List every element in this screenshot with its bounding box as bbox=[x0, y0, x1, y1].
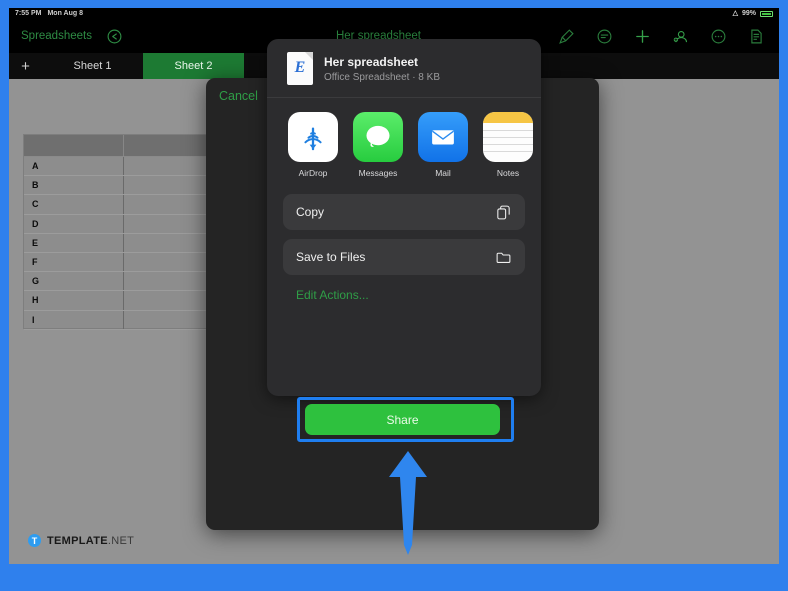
notes-icon-line bbox=[483, 151, 533, 152]
wifi-icon: △ bbox=[732, 10, 738, 17]
action-copy[interactable]: Copy bbox=[283, 194, 525, 230]
notes-icon-line bbox=[483, 144, 533, 145]
row-header[interactable]: I bbox=[24, 310, 124, 329]
share-target-mail[interactable]: Mail bbox=[418, 112, 468, 178]
share-sheet-card: E Her spreadsheet Office Spreadsheet · 8… bbox=[267, 39, 541, 396]
share-target-label: Notes bbox=[496, 168, 520, 178]
notes-icon-header bbox=[483, 112, 533, 123]
office-spreadsheet-file-icon: E bbox=[287, 52, 313, 85]
ios-status-bar: 7:55 PM Mon Aug 8 △ 99% bbox=[9, 8, 779, 19]
status-time: 7:55 PM bbox=[15, 10, 42, 17]
mail-icon bbox=[418, 112, 468, 162]
folder-icon bbox=[495, 249, 512, 266]
row-header[interactable]: G bbox=[24, 272, 124, 291]
watermark-suffix: .NET bbox=[107, 534, 135, 547]
back-to-spreadsheets-button[interactable]: Spreadsheets bbox=[21, 30, 92, 42]
add-sheet-button[interactable]: + bbox=[9, 53, 42, 79]
status-bar-right: △ 99% bbox=[733, 8, 773, 19]
action-label: Save to Files bbox=[296, 250, 366, 264]
file-icon-glyph: E bbox=[294, 59, 306, 76]
shared-file-header: E Her spreadsheet Office Spreadsheet · 8… bbox=[267, 39, 541, 98]
column-header-corner bbox=[24, 135, 124, 156]
collaborate-icon[interactable] bbox=[672, 28, 689, 45]
edit-actions-button[interactable]: Edit Actions... bbox=[283, 284, 525, 302]
row-header[interactable]: B bbox=[24, 176, 124, 195]
more-options-icon[interactable] bbox=[710, 28, 727, 45]
add-icon[interactable] bbox=[634, 28, 651, 45]
shared-file-meta: Office Spreadsheet · 8 KB bbox=[324, 71, 440, 83]
share-action-list: Copy Save to Files Edit Actions... bbox=[267, 186, 541, 302]
shared-file-name: Her spreadsheet bbox=[324, 54, 419, 69]
share-button[interactable]: Share bbox=[305, 404, 500, 435]
tablet-screen: 7:55 PM Mon Aug 8 △ 99% Spreadsheets Her… bbox=[9, 8, 779, 564]
undo-icon[interactable] bbox=[106, 28, 123, 45]
shared-file-info: Her spreadsheet Office Spreadsheet · 8 K… bbox=[324, 55, 440, 83]
share-target-airdrop[interactable]: AirDrop bbox=[288, 112, 338, 178]
device-frame: 7:55 PM Mon Aug 8 △ 99% Spreadsheets Her… bbox=[0, 0, 788, 591]
notes-icon-line bbox=[483, 130, 533, 131]
row-header[interactable]: C bbox=[24, 195, 124, 214]
row-header[interactable]: F bbox=[24, 252, 124, 272]
status-bar-left: 7:55 PM Mon Aug 8 bbox=[15, 8, 83, 19]
share-target-label: Mail bbox=[435, 168, 451, 178]
up-arrow-annotation bbox=[381, 449, 435, 557]
row-header[interactable]: D bbox=[24, 214, 124, 233]
copy-icon bbox=[495, 204, 512, 221]
toolbar-left-group: Spreadsheets bbox=[9, 28, 199, 45]
row-header[interactable]: H bbox=[24, 291, 124, 310]
share-target-messages[interactable]: Messages bbox=[353, 112, 403, 178]
battery-percent: 99% bbox=[741, 10, 756, 17]
share-target-label: AirDrop bbox=[298, 168, 328, 178]
share-target-label: Messages bbox=[358, 168, 398, 178]
sheet-tab-2[interactable]: Sheet 2 bbox=[143, 53, 244, 79]
airdrop-icon bbox=[288, 112, 338, 162]
action-save-to-files[interactable]: Save to Files bbox=[283, 239, 525, 275]
format-brush-icon[interactable] bbox=[558, 28, 575, 45]
battery-icon bbox=[760, 10, 773, 17]
row-header[interactable]: E bbox=[24, 233, 124, 252]
share-target-notes[interactable]: Notes bbox=[483, 112, 533, 178]
insert-menu-icon[interactable] bbox=[596, 28, 613, 45]
sheet-tab-1[interactable]: Sheet 1 bbox=[42, 53, 143, 79]
watermark: T TEMPLATE.NET bbox=[28, 534, 134, 547]
messages-icon bbox=[353, 112, 403, 162]
watermark-brand: TEMPLATE bbox=[47, 534, 108, 547]
action-label: Copy bbox=[296, 205, 325, 219]
notes-icon-line bbox=[483, 137, 533, 138]
document-options-icon[interactable] bbox=[748, 28, 765, 45]
notes-icon bbox=[483, 112, 533, 162]
toolbar-right-group bbox=[558, 28, 779, 45]
template-net-logo: T bbox=[28, 534, 41, 547]
cancel-button[interactable]: Cancel bbox=[219, 89, 258, 103]
watermark-text: TEMPLATE.NET bbox=[47, 535, 134, 547]
status-date: Mon Aug 8 bbox=[47, 10, 83, 17]
share-target-app-row[interactable]: AirDrop Messages Mail Notes bbox=[267, 98, 541, 186]
row-header[interactable]: A bbox=[24, 157, 124, 176]
